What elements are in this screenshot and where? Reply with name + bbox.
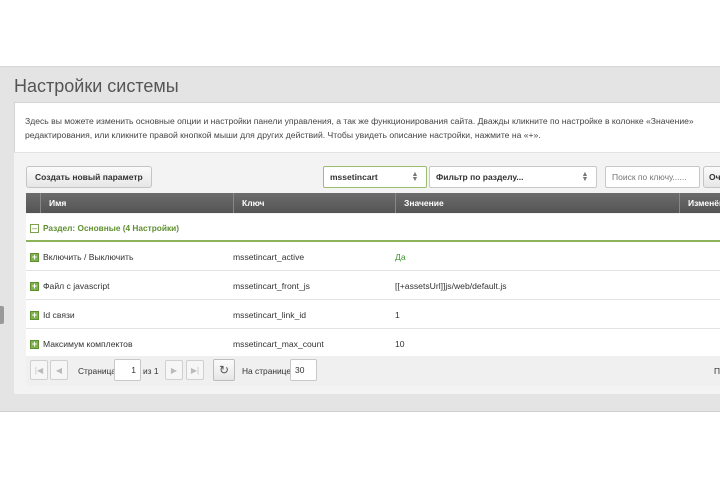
table-row[interactable]: + Id связи mssetincart_link_id 1	[26, 300, 720, 329]
cell-name: Id связи	[43, 310, 75, 320]
first-page-icon[interactable]: |◀	[30, 360, 48, 380]
cell-name: Включить / Выключить	[43, 252, 134, 262]
namespace-select[interactable]: mssetincart ▲ ▼	[323, 166, 427, 188]
namespace-select-value: mssetincart	[330, 172, 378, 182]
table-row[interactable]: + Файл с javascript mssetincart_front_js…	[26, 271, 720, 300]
column-header-value[interactable]: Значение	[395, 193, 679, 213]
group-row[interactable]: – Раздел: Основные (4 Настройки)	[26, 214, 720, 242]
column-header-name[interactable]: Имя	[40, 193, 233, 213]
area-filter-placeholder: Фильтр по разделу...	[436, 172, 524, 182]
expand-plus-icon[interactable]: +	[30, 282, 39, 291]
cell-key: mssetincart_max_count	[233, 339, 324, 349]
table-row[interactable]: + Максимум комплектов mssetincart_max_co…	[26, 329, 720, 358]
screen: Настройки системы Здесь вы можете измени…	[0, 0, 720, 480]
area-filter-select[interactable]: Фильтр по разделу... ▲ ▼	[429, 166, 597, 188]
cell-key: mssetincart_front_js	[233, 281, 310, 291]
per-page-input[interactable]	[290, 359, 317, 381]
page-number-input[interactable]	[114, 359, 141, 381]
search-key-input[interactable]	[605, 166, 700, 188]
paging-toolbar: |◀ ◀ Страница из 1 ▶ ▶| ↻ На странице: П	[26, 356, 720, 386]
group-label: Раздел: Основные (4 Настройки)	[43, 223, 179, 233]
select-arrows-icon: ▲ ▼	[581, 171, 589, 183]
intro-line-2: редактирования, или кликните правой кноп…	[25, 130, 541, 140]
cell-name: Максимум комплектов	[43, 339, 133, 349]
cell-value[interactable]: 1	[395, 310, 695, 320]
next-page-icon[interactable]: ▶	[165, 360, 183, 380]
cell-value[interactable]: 10	[395, 339, 695, 349]
prev-page-icon[interactable]: ◀	[50, 360, 68, 380]
cell-key: mssetincart_link_id	[233, 310, 307, 320]
page-count-label: из 1	[143, 366, 159, 376]
expand-plus-icon[interactable]: +	[30, 311, 39, 320]
create-setting-button[interactable]: Создать новый параметр	[26, 166, 152, 188]
expand-plus-icon[interactable]: +	[30, 253, 39, 262]
intro-text: Здесь вы можете изменить основные опции …	[25, 114, 720, 142]
select-arrows-icon: ▲ ▼	[411, 171, 419, 183]
sidebar-collapse-handle[interactable]	[0, 306, 4, 324]
row-expander-column	[26, 193, 40, 213]
collapse-minus-icon[interactable]: –	[30, 224, 39, 233]
cell-value[interactable]: Да	[395, 252, 695, 262]
grid-header: Имя Ключ Значение Изменён	[26, 193, 720, 213]
page-label: Страница	[78, 366, 116, 376]
table-row[interactable]: + Включить / Выключить mssetincart_activ…	[26, 242, 720, 271]
column-header-key[interactable]: Ключ	[233, 193, 395, 213]
clear-filter-button[interactable]: Оч	[703, 166, 720, 188]
column-header-edited[interactable]: Изменён	[679, 193, 720, 213]
pager-display-info: П	[714, 366, 720, 376]
intro-line-1: Здесь вы можете изменить основные опции …	[25, 116, 694, 126]
per-page-label: На странице:	[242, 366, 294, 376]
expand-plus-icon[interactable]: +	[30, 340, 39, 349]
cell-name: Файл с javascript	[43, 281, 110, 291]
cell-key: mssetincart_active	[233, 252, 305, 262]
last-page-icon[interactable]: ▶|	[186, 360, 204, 380]
refresh-icon[interactable]: ↻	[213, 359, 235, 381]
page-title: Настройки системы	[14, 76, 179, 96]
cell-value[interactable]: [[+assetsUrl]]js/web/default.js	[395, 281, 695, 291]
